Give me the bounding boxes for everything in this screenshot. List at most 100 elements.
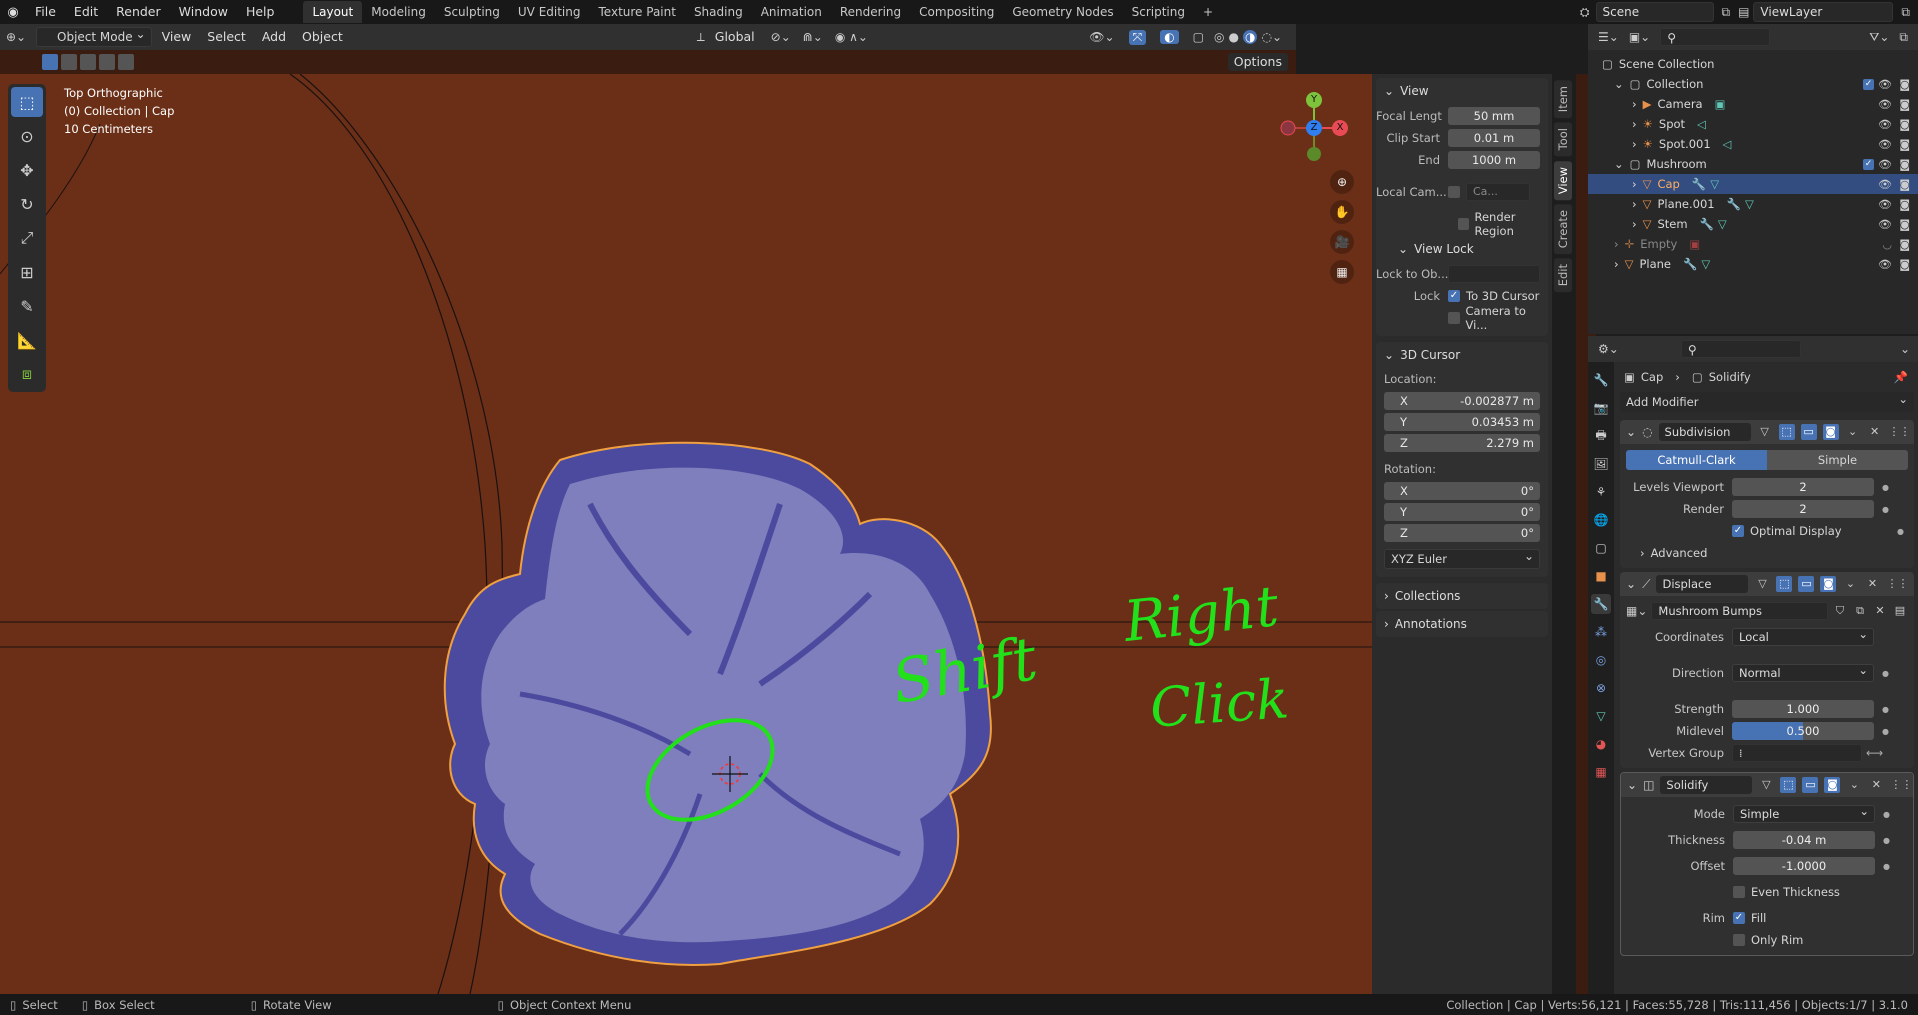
shading-material-icon[interactable]: ◑ [1242, 30, 1258, 44]
cursor-location-x[interactable]: X -0.002877 m [1384, 392, 1540, 410]
properties-search[interactable]: ⚲ [1680, 340, 1801, 358]
annotate-tool-icon[interactable]: ✎ [11, 291, 43, 321]
camera-icon[interactable]: ◙ [1899, 118, 1910, 131]
data-tab-icon[interactable]: ▽ [1591, 706, 1611, 726]
camera-icon[interactable]: ◙ [1899, 158, 1910, 171]
eye-icon[interactable]: 👁 [1878, 158, 1892, 171]
viewport-display-icon[interactable]: ▭ [1802, 777, 1819, 793]
editor-type-icon[interactable]: ⊕⌄ [6, 30, 32, 44]
select-invert-icon[interactable] [99, 54, 115, 70]
drag-handle-icon[interactable]: ⋮⋮ [1886, 576, 1908, 592]
blender-logo-icon[interactable]: ◉ [0, 5, 26, 20]
tab-modeling[interactable]: Modeling [362, 1, 435, 23]
proportional-icon[interactable]: ◉ ∧⌄ [835, 30, 868, 44]
outliner-row-camera[interactable]: › ▶ Camera ▣ 👁 ◙ [1588, 94, 1918, 114]
properties-options-icon[interactable]: ⌄ [1900, 342, 1910, 356]
pan-hand-icon[interactable]: ✋ [1330, 200, 1354, 224]
solidify-name-field[interactable]: Solidify [1660, 776, 1753, 794]
texture-tab-icon[interactable]: ▦ [1591, 762, 1611, 782]
displace-header[interactable]: ⌄ ⟋ Displace ▽ ⬚ ▭ ◙ ⌄ ✕ ⋮⋮ [1620, 572, 1914, 596]
gizmo-x-label[interactable]: X [1332, 120, 1348, 136]
dropdown-icon[interactable]: ⌄ [1845, 424, 1861, 440]
cage-icon[interactable]: ⬚ [1778, 424, 1795, 440]
menu-add[interactable]: Add [256, 27, 292, 47]
tab-tool[interactable]: Tool [1554, 122, 1572, 157]
menu-object[interactable]: Object [296, 27, 349, 47]
keyframe-dot-icon[interactable]: ● [1897, 527, 1904, 536]
texture-browse-icon[interactable]: ▤ [1892, 603, 1908, 619]
outliner-row-spot[interactable]: › ☀ Spot ◁ 👁 ◙ [1588, 114, 1918, 134]
keyframe-dot-icon[interactable]: ● [1882, 483, 1889, 492]
outliner-row-plane-001[interactable]: › ▽ Plane.001 🔧 ▽ 👁 ◙ [1588, 194, 1918, 214]
shading-rendered-icon[interactable]: ◌⌄ [1261, 30, 1282, 44]
edit-mode-icon[interactable]: ▽ [1757, 424, 1773, 440]
camera-icon[interactable]: ◙ [1899, 218, 1910, 231]
eye-icon[interactable]: 👁 [1878, 78, 1892, 91]
cursor-location-z[interactable]: Z 2.279 m [1384, 434, 1540, 452]
thickness-field[interactable]: -0.04 m [1733, 831, 1875, 849]
lock-to-object-field[interactable] [1448, 265, 1540, 283]
optimal-display-checkbox[interactable]: ✓ [1732, 525, 1744, 537]
tab-layout[interactable]: Layout [303, 1, 363, 23]
transform-tool-icon[interactable]: ⊞ [11, 257, 43, 287]
coordinates-select[interactable]: Local [1732, 626, 1874, 646]
display-mode-icon[interactable]: ▣⌄ [1629, 30, 1650, 44]
eye-icon[interactable]: 👁 [1878, 258, 1892, 271]
render-region-checkbox[interactable] [1458, 218, 1469, 230]
object-tab-icon[interactable]: ■ [1591, 566, 1611, 586]
advanced-subpanel[interactable]: › Advanced [1620, 542, 1914, 564]
view-lock-header[interactable]: ⌄ View Lock [1376, 236, 1548, 262]
new-view-layer-icon[interactable]: ⧉ [1901, 5, 1910, 20]
camera-icon[interactable]: ◙ [1899, 98, 1910, 111]
gizmo-z-label[interactable]: Z [1306, 120, 1322, 136]
camera-to-view-checkbox[interactable] [1448, 312, 1460, 324]
render-tab-icon[interactable]: 📷 [1591, 398, 1611, 418]
rotation-mode-select[interactable]: XYZ Euler [1384, 547, 1540, 569]
outliner-search[interactable]: ⚲ [1660, 28, 1771, 46]
overlay-toggle-icon[interactable]: ◐ [1160, 30, 1179, 44]
strength-field[interactable]: 1.000 [1732, 700, 1874, 718]
local-camera-field[interactable]: Ca... [1466, 183, 1530, 201]
pin-icon[interactable]: 📌 [1894, 370, 1908, 384]
physics-tab-icon[interactable]: ◎ [1591, 650, 1611, 670]
outliner-row-cap[interactable]: › ▽ Cap 🔧 ▽ 👁 ◙ [1588, 174, 1918, 194]
cursor-rotation-z[interactable]: Z 0° [1384, 524, 1540, 542]
visibility-icon[interactable]: 👁⌄ [1089, 30, 1114, 44]
eye-icon[interactable]: 👁 [1878, 178, 1892, 191]
menu-window[interactable]: Window [170, 0, 237, 24]
particles-tab-icon[interactable]: ⁂ [1591, 622, 1611, 642]
new-scene-icon[interactable]: ⧉ [1722, 5, 1731, 20]
scene-field[interactable]: Scene [1595, 2, 1714, 22]
cursor-tool-icon[interactable]: ⊙ [11, 121, 43, 151]
tab-compositing[interactable]: Compositing [910, 1, 1003, 23]
local-camera-checkbox[interactable] [1448, 186, 1460, 198]
camera-icon[interactable]: ◙ [1899, 258, 1910, 271]
ortho-grid-icon[interactable]: ▦ [1330, 260, 1354, 284]
outliner-row-plane[interactable]: › ▽ Plane 🔧 ▽ 👁 ◙ [1588, 254, 1918, 274]
select-intersect-icon[interactable] [118, 54, 134, 70]
tab-edit[interactable]: Edit [1554, 258, 1572, 293]
duplicate-icon[interactable]: ⧉ [1852, 603, 1868, 619]
tab-item[interactable]: Item [1554, 80, 1572, 119]
measure-tool-icon[interactable]: 📐 [11, 325, 43, 355]
orientation-select[interactable]: Global [709, 27, 761, 47]
camera-view-icon[interactable]: 🎥 [1330, 230, 1354, 254]
constraints-tab-icon[interactable]: ⊗ [1591, 678, 1611, 698]
tab-rendering[interactable]: Rendering [831, 1, 910, 23]
even-thickness-checkbox[interactable] [1733, 886, 1745, 898]
menu-view[interactable]: View [156, 27, 198, 47]
texture-preview-icon[interactable]: ▦⌄ [1626, 604, 1647, 618]
filter-icon[interactable]: ⛛⌄ [1869, 30, 1889, 45]
keyframe-dot-icon[interactable]: ● [1883, 810, 1890, 819]
invert-icon[interactable]: ⟷ [1866, 746, 1883, 760]
world-tab-icon[interactable]: 🌐 [1591, 510, 1611, 530]
cage-icon[interactable]: ⬚ [1776, 576, 1793, 592]
outliner-row-empty[interactable]: › ✛ Empty ▣ ◡ ◙ [1588, 234, 1918, 254]
outliner-row-mushroom[interactable]: ⌄ ▢ Mushroom ✓ 👁 ◙ [1588, 154, 1918, 174]
keyframe-dot-icon[interactable]: ● [1883, 836, 1890, 845]
edit-mode-icon[interactable]: ▽ [1754, 576, 1770, 592]
cage-icon[interactable]: ⬚ [1780, 777, 1797, 793]
clip-start-field[interactable]: 0.01 m [1448, 129, 1540, 147]
camera-icon[interactable]: ◙ [1899, 78, 1910, 91]
zoom-icon[interactable]: ⊕ [1330, 170, 1354, 194]
